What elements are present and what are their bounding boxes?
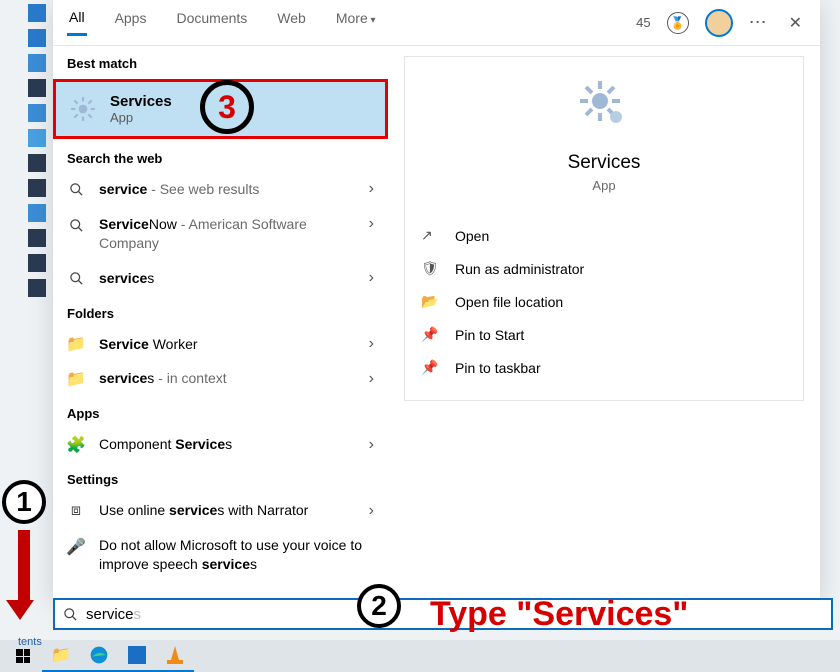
start-search-panel: All Apps Documents Web More 45 🏅 ⋯ ✕ Bes… [53, 0, 820, 600]
detail-category: App [417, 178, 791, 193]
action-open[interactable]: ↗Open [417, 219, 791, 252]
shield-icon: 🛡 [421, 260, 441, 277]
rewards-points: 45 [636, 15, 650, 30]
chevron-right-icon: › [369, 215, 374, 233]
section-web: Search the web [53, 141, 388, 172]
setting-narrator-online[interactable]: ⧈ Use online services with Narrator › [53, 493, 388, 528]
tab-all[interactable]: All [67, 9, 87, 36]
rewards-icon[interactable]: 🏅 [667, 12, 689, 34]
search-icon [67, 180, 85, 198]
chevron-right-icon: › [369, 180, 374, 198]
detail-title: Services [417, 152, 791, 174]
open-icon: ↗ [421, 227, 441, 244]
taskbar-file-explorer[interactable]: 📁 [42, 640, 80, 672]
search-tabs: All Apps Documents Web More 45 🏅 ⋯ ✕ [53, 0, 820, 46]
section-best-match: Best match [53, 46, 388, 77]
tab-documents[interactable]: Documents [174, 10, 249, 36]
web-result-services[interactable]: services › [53, 261, 388, 296]
microphone-icon: 🎤 [67, 538, 85, 556]
setting-voice-data[interactable]: 🎤 Do not allow Microsoft to use your voi… [53, 528, 388, 582]
annotation-type-services: Type "Services" [430, 595, 688, 634]
desktop-text-fragment: tents [18, 636, 42, 648]
annotation-step-2: 2 [357, 584, 401, 628]
annotation-step-3: 3 [200, 80, 254, 134]
app-component-services[interactable]: 🧩 Component Services › [53, 427, 388, 462]
best-match-subtitle: App [110, 110, 172, 125]
options-button[interactable]: ⋯ [749, 12, 769, 33]
annotation-step-1: 1 [2, 480, 46, 524]
narrator-icon: ⧈ [67, 502, 85, 520]
taskbar-edge[interactable] [80, 640, 118, 672]
annotation-arrow [14, 530, 34, 620]
search-icon [67, 217, 85, 235]
gear-icon [68, 94, 98, 124]
taskbar-vlc[interactable] [156, 640, 194, 672]
chevron-right-icon: › [369, 335, 374, 353]
folder-service-worker[interactable]: 📁 Service Worker › [53, 327, 388, 362]
taskbar: 📁 [0, 640, 840, 672]
search-typed-text: service [86, 606, 134, 623]
search-icon [63, 607, 78, 622]
section-folders: Folders [53, 296, 388, 327]
web-result-service[interactable]: service - See web results › [53, 172, 388, 207]
chevron-right-icon: › [369, 502, 374, 520]
best-match-title: Services [110, 93, 172, 110]
gear-icon [580, 81, 628, 129]
action-pin-taskbar[interactable]: 📌Pin to taskbar [417, 351, 791, 384]
web-result-servicenow[interactable]: ServiceNow - American Software Company › [53, 207, 388, 261]
chevron-right-icon: › [369, 269, 374, 287]
action-run-admin[interactable]: 🛡Run as administrator [417, 252, 791, 285]
search-icon [67, 269, 85, 287]
chevron-right-icon: › [369, 436, 374, 454]
component-icon: 🧩 [67, 436, 85, 454]
section-settings: Settings [53, 462, 388, 493]
action-pin-start[interactable]: 📌Pin to Start [417, 318, 791, 351]
chevron-right-icon: › [369, 370, 374, 388]
pin-icon: 📌 [421, 359, 441, 376]
taskbar-app[interactable] [118, 640, 156, 672]
detail-pane: Services App ↗Open 🛡Run as administrator… [388, 46, 820, 600]
pin-icon: 📌 [421, 326, 441, 343]
search-suggestion-ghost: s [134, 606, 142, 623]
folder-icon: 📁 [67, 370, 85, 388]
tab-more[interactable]: More [334, 10, 378, 36]
folder-open-icon: 📂 [421, 293, 441, 310]
folder-icon: 📁 [67, 335, 85, 353]
section-apps: Apps [53, 396, 388, 427]
folder-services[interactable]: 📁 services - in context › [53, 361, 388, 396]
desktop-icon-column [28, 4, 48, 304]
tab-apps[interactable]: Apps [113, 10, 149, 36]
action-open-location[interactable]: 📂Open file location [417, 285, 791, 318]
tab-web[interactable]: Web [275, 10, 308, 36]
close-button[interactable]: ✕ [785, 9, 806, 37]
avatar[interactable] [705, 9, 733, 37]
